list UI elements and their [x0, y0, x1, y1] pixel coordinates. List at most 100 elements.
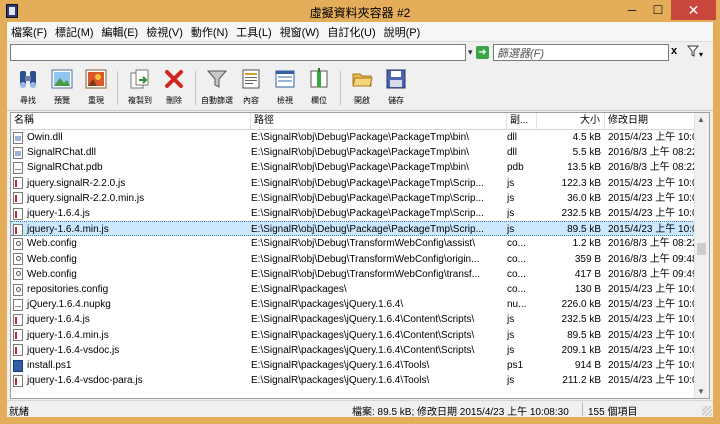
find-button[interactable]: 尋找 [11, 67, 45, 107]
file-modified: 2015/4/23 上午 10:0 [608, 208, 697, 219]
file-path: E:\SignalR\obj\Debug\Package\PackageTmp\… [251, 162, 469, 174]
table-row[interactable]: SignalRChat.pdb E:\SignalR\obj\Debug\Pack… [11, 160, 697, 175]
file-size: 232.5 kB [561, 208, 601, 219]
column-header-modified[interactable]: 修改日期 [605, 113, 697, 129]
file-cfg-icon [13, 253, 23, 266]
column-header-name[interactable]: 名稱 [11, 113, 251, 129]
file-extension: js [507, 329, 515, 341]
properties-button[interactable]: 內容 [234, 67, 268, 107]
file-name: Web.config [27, 238, 77, 250]
file-modified: 2015/4/23 上午 10:0 [608, 329, 697, 341]
file-js-icon [13, 177, 23, 190]
delete-icon [165, 70, 183, 88]
sort-ascending-icon: ^ [382, 112, 386, 118]
file-name-cell: jquery-1.6.4.min.js [11, 222, 247, 237]
status-separator [582, 402, 583, 416]
preview-button[interactable]: 預覽 [45, 67, 79, 107]
file-size: 89.5 kB [567, 224, 601, 236]
table-row[interactable]: jquery-1.6.4.js E:\SignalR\obj\Debug\Pack… [11, 206, 697, 221]
scroll-thumb[interactable] [697, 243, 706, 255]
delete-button[interactable]: 刪除 [157, 67, 191, 107]
filter-menu-icon[interactable]: ▾ [686, 45, 703, 60]
file-name-cell: repositories.config [11, 282, 247, 297]
filter-input[interactable]: 篩選器(F) [493, 44, 669, 61]
menu-bar: 檔案(F) 標記(M) 編輯(E) 檢視(V) 動作(N) 工具(L) 視窗(W… [7, 22, 713, 42]
filter-clear-button[interactable]: x [671, 45, 677, 57]
menu-action[interactable]: 動作(N) [187, 22, 232, 41]
file-name: Owin.dll [27, 132, 63, 143]
table-row[interactable]: jquery-1.6.4.js E:\SignalR\packages\jQuer… [11, 312, 697, 327]
table-row-selected[interactable]: jquery-1.6.4.min.js E:\SignalR\obj\Debug\… [11, 221, 697, 237]
table-row[interactable]: Web.config E:\SignalR\obj\Debug\Transform… [11, 267, 697, 282]
table-row[interactable]: jQuery.1.6.4.nupkg E:\SignalR\packages\jQ… [11, 297, 697, 312]
file-path: E:\SignalR\obj\Debug\TransformWebConfig\… [251, 253, 480, 265]
title-bar: 虛擬資料夾容器 #2 ─ ☐ ✕ [0, 0, 720, 22]
status-item-count: 155 個項目 [588, 407, 638, 417]
file-extension: co... [507, 238, 526, 250]
scroll-up-icon[interactable]: ▲ [697, 115, 705, 124]
file-name-cell: jquery.signalR-2.2.0.min.js [11, 191, 247, 206]
table-row[interactable]: repositories.config E:\SignalR\packages\ c… [11, 282, 697, 297]
binoculars-icon [20, 71, 36, 88]
vertical-scrollbar[interactable]: ▲ ▼ [694, 113, 709, 398]
file-size: 209.1 kB [561, 344, 601, 356]
table-row[interactable]: jquery-1.6.4-vsdoc-para.js E:\SignalR\pac… [11, 373, 697, 388]
file-name: jquery-1.6.4-vsdoc.js [27, 344, 120, 356]
table-row[interactable]: SignalRChat.dll E:\SignalR\obj\Debug\Pack… [11, 145, 697, 160]
auto-filter-button[interactable]: 自動篩選 [200, 67, 234, 107]
file-extension: js [507, 224, 515, 236]
path-input[interactable] [10, 44, 466, 61]
menu-window[interactable]: 視窗(W) [276, 22, 324, 41]
table-row[interactable]: jquery.signalR-2.2.0.min.js E:\SignalR\ob… [11, 191, 697, 206]
menu-mark[interactable]: 標記(M) [51, 22, 98, 41]
column-header-row: 名稱 路徑 ^ 副... 大小 修改日期 [11, 113, 697, 130]
file-name: SignalRChat.pdb [27, 162, 103, 174]
file-name-cell: Web.config [11, 252, 247, 267]
view-button[interactable]: 檢視 [268, 67, 302, 107]
table-row[interactable]: jquery-1.6.4.min.js E:\SignalR\packages\j… [11, 328, 697, 343]
columns-button[interactable]: 欄位 [302, 67, 336, 107]
save-button[interactable]: 儲存 [379, 67, 413, 107]
funnel-icon [206, 70, 228, 88]
resize-grip[interactable] [702, 406, 712, 416]
column-header-path[interactable]: 路徑 [251, 113, 507, 129]
file-cfg-icon [13, 283, 23, 296]
open-folder-icon [352, 73, 373, 87]
file-extension: js [507, 177, 515, 189]
file-extension: js [507, 314, 515, 326]
table-row[interactable]: install.ps1 E:\SignalR\packages\jQuery.1.… [11, 358, 697, 373]
copy-to-button[interactable]: 複製到 [123, 67, 157, 107]
menu-customize[interactable]: 自訂化(U) [323, 22, 379, 41]
file-name-cell: jquery-1.6.4-vsdoc-para.js [11, 373, 247, 388]
maximize-button[interactable]: ☐ [645, 0, 671, 20]
file-path: E:\SignalR\obj\Debug\Package\PackageTmp\… [251, 192, 484, 204]
open-button[interactable]: 開啟 [345, 67, 379, 107]
scroll-down-icon[interactable]: ▼ [697, 387, 705, 396]
file-js-icon [13, 313, 23, 326]
menu-tools[interactable]: 工具(L) [232, 22, 275, 41]
close-button[interactable]: ✕ [671, 0, 716, 20]
column-header-extension[interactable]: 副... [507, 113, 537, 129]
menu-file[interactable]: 檔案(F) [7, 22, 51, 41]
table-row[interactable]: jquery-1.6.4-vsdoc.js E:\SignalR\packages… [11, 343, 697, 358]
file-name: Web.config [27, 268, 77, 280]
menu-edit[interactable]: 編輯(E) [98, 22, 143, 41]
file-path: E:\SignalR\obj\Debug\Package\PackageTmp\… [251, 177, 484, 189]
reproduce-button[interactable]: 重現 [79, 67, 113, 107]
minimize-button[interactable]: ─ [619, 0, 645, 20]
go-arrow-icon[interactable]: ➜ [476, 46, 489, 59]
file-modified: 2015/4/23 上午 10:0 [608, 224, 697, 236]
path-dropdown-icon[interactable]: ▾ [468, 47, 473, 58]
menu-view[interactable]: 檢視(V) [142, 22, 187, 41]
save-label: 儲存 [388, 96, 404, 105]
table-row[interactable]: Web.config E:\SignalR\obj\Debug\Transform… [11, 252, 697, 267]
table-row[interactable]: Web.config E:\SignalR\obj\Debug\Transform… [11, 236, 697, 251]
table-row[interactable]: Owin.dll E:\SignalR\obj\Debug\Package\Pac… [11, 130, 697, 145]
menu-help[interactable]: 說明(P) [380, 22, 425, 41]
file-name-cell: install.ps1 [11, 358, 247, 373]
table-row[interactable]: jquery.signalR-2.2.0.js E:\SignalR\obj\De… [11, 176, 697, 191]
file-size: 232.5 kB [561, 314, 601, 326]
file-path: E:\SignalR\obj\Debug\Package\PackageTmp\… [251, 224, 484, 236]
column-header-size[interactable]: 大小 [537, 113, 605, 129]
file-modified: 2016/8/3 上午 09:49 [608, 268, 697, 280]
